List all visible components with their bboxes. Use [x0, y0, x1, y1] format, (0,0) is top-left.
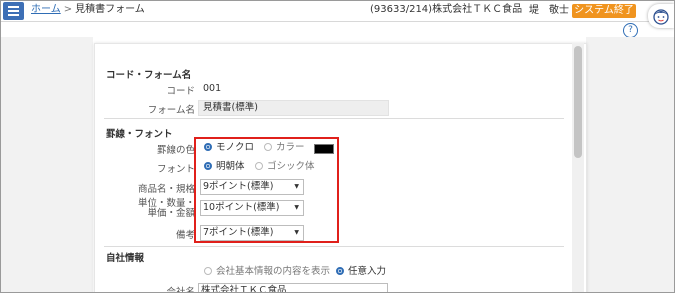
user-avatar-icon[interactable]: [648, 4, 674, 28]
company-name-label: 会社名: [166, 287, 195, 293]
code-label: コード: [166, 86, 195, 97]
line-color-label: 罫線の色: [156, 145, 195, 156]
hamburger-menu-button[interactable]: [3, 2, 24, 20]
remarks-size-label: 備考: [175, 230, 195, 241]
breadcrumb-separator: >: [63, 4, 73, 15]
system-exit-button[interactable]: システム終了: [572, 4, 636, 18]
right-gutter: [586, 37, 674, 292]
help-icon[interactable]: ?: [623, 23, 638, 38]
breadcrumb-current: 見積書フォーム: [75, 4, 145, 15]
unit-size-label: 単位・数量・ 単価・金額: [111, 199, 195, 219]
highlight-annotation-box: [194, 137, 339, 243]
radio-company-manual-label: 任意入力: [348, 266, 387, 277]
user-name: 堤 敬士: [529, 5, 569, 16]
radio-selected-icon: [336, 267, 344, 275]
company-name-input[interactable]: 株式会社ＴＫＣ食品: [198, 283, 388, 293]
scrollbar-thumb[interactable]: [574, 46, 582, 158]
breadcrumb-home-link[interactable]: ホーム: [31, 4, 61, 15]
company-name: (93633/214)株式会社ＴＫＣ食品: [370, 4, 523, 15]
hamburger-line: [8, 10, 19, 12]
formname-value: 見積書(標準): [198, 100, 389, 116]
left-gutter: [1, 37, 93, 292]
product-size-label: 商品名・規格: [137, 184, 195, 195]
section-title-company: 自社情報: [106, 253, 145, 264]
user-menu[interactable]: 堤 敬士▼: [529, 4, 577, 17]
section-title-font: 罫線・フォント: [106, 129, 173, 140]
code-value: 001: [203, 83, 222, 94]
formname-label: フォーム名: [147, 105, 195, 116]
divider: [104, 118, 564, 119]
radio-company-manual[interactable]: 任意入力: [336, 266, 386, 278]
app-window: ホーム>見積書フォーム (93633/214)株式会社ＴＫＣ食品 堤 敬士▼ シ…: [0, 0, 675, 293]
radio-unselected-icon: [204, 267, 212, 275]
unit-size-label-line2: 単価・金額: [147, 208, 195, 219]
font-label: フォント: [156, 164, 195, 175]
radio-company-basic[interactable]: 会社基本情報の内容を表示: [204, 266, 330, 278]
company-name-input-value: 株式会社ＴＫＣ食品: [201, 285, 287, 293]
hamburger-line: [8, 14, 19, 16]
radio-company-basic-label: 会社基本情報の内容を表示: [216, 266, 331, 277]
divider: [104, 246, 564, 247]
section-title-code: コード・フォーム名: [106, 70, 192, 81]
hamburger-icon: [8, 6, 19, 8]
breadcrumb: ホーム > 見積書フォーム: [31, 4, 145, 16]
top-bar: ホーム>見積書フォーム (93633/214)株式会社ＴＫＣ食品 堤 敬士▼ シ…: [1, 1, 674, 22]
